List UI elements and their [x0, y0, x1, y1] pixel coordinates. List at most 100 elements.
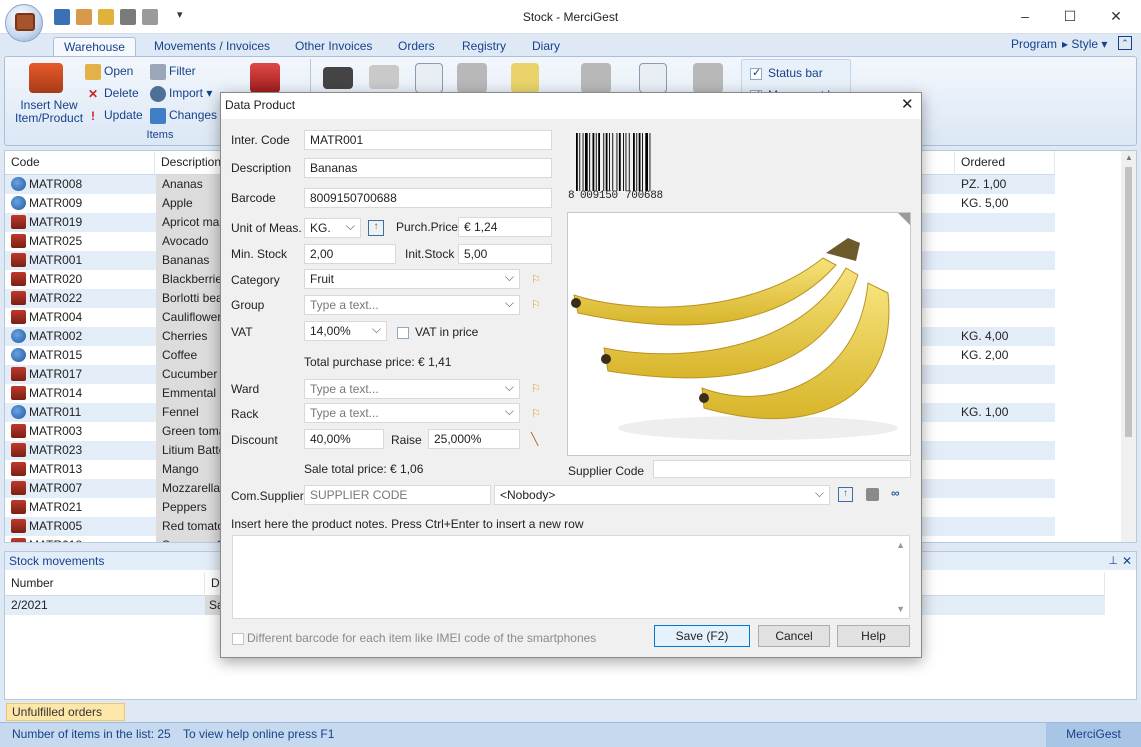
scroll-up-icon[interactable]: ▲: [1125, 153, 1133, 162]
col-number-header[interactable]: Number: [5, 572, 205, 596]
pin-icon[interactable]: ⊥: [1108, 552, 1118, 570]
supplier-code-field[interactable]: [653, 460, 911, 478]
unfulfilled-orders-tab[interactable]: Unfulfilled orders: [6, 703, 125, 721]
barcode-field[interactable]: 8009150700688: [304, 188, 552, 208]
tab-other-invoices[interactable]: Other Invoices: [285, 37, 382, 56]
tab-movements-invoices[interactable]: Movements / Invoices: [144, 37, 280, 56]
print-labels-icon[interactable]: [581, 63, 611, 93]
row-code: MATR001: [29, 253, 83, 267]
discount-field[interactable]: 40,00%: [304, 429, 384, 449]
maximize-icon[interactable]: ☐: [1058, 6, 1082, 26]
vat-in-price-checkbox[interactable]: [397, 326, 409, 339]
purch-price-field[interactable]: € 1,24: [458, 217, 552, 237]
row-code: MATR008: [29, 177, 83, 191]
disk-icon[interactable]: [866, 488, 879, 501]
tab-warehouse[interactable]: Warehouse: [53, 37, 136, 56]
status-bar-checkbox[interactable]: [750, 66, 762, 80]
imei-checkbox[interactable]: [232, 632, 244, 645]
product-box-icon: [11, 310, 26, 324]
product-box-icon: [11, 424, 26, 438]
printer-icon[interactable]: [457, 63, 487, 93]
insert-new-item-button[interactable]: Insert New Item/Product: [15, 99, 83, 125]
vat-in-price-label: VAT in price: [415, 325, 479, 339]
min-stock-label: Min. Stock: [231, 247, 288, 261]
unit-select[interactable]: KG.: [304, 218, 361, 238]
min-stock-field[interactable]: 2,00: [304, 244, 396, 264]
hand-tool-icon[interactable]: [369, 65, 399, 89]
col-code-header[interactable]: Code: [5, 151, 155, 175]
import-button[interactable]: Import ▾: [150, 86, 212, 102]
supplier-open-icon[interactable]: ↑: [838, 487, 853, 502]
row-code: MATR014: [29, 386, 83, 400]
col-ordered-header[interactable]: Ordered: [955, 151, 1055, 175]
description-field[interactable]: Bananas: [304, 158, 552, 178]
dialog-close-icon[interactable]: ✕: [901, 93, 914, 117]
row-description: Ananas: [156, 175, 222, 194]
row-description: Avocado: [156, 232, 222, 251]
unit-open-icon[interactable]: ↑: [368, 220, 384, 236]
ward-select[interactable]: Type a text...: [304, 379, 520, 399]
description-label: Description: [231, 161, 292, 175]
search-report-icon[interactable]: [511, 63, 539, 93]
changes-button[interactable]: Changes ▾: [150, 108, 226, 124]
init-stock-field[interactable]: 5,00: [458, 244, 552, 264]
binoculars-icon[interactable]: [323, 67, 353, 89]
filter-button[interactable]: Filter: [150, 64, 196, 80]
program-menu[interactable]: Program: [1011, 37, 1057, 51]
category-brush-icon[interactable]: ⚐: [531, 273, 541, 286]
supplier-code-input[interactable]: SUPPLIER CODE: [304, 485, 491, 505]
binoculars-search-icon[interactable]: ∞: [891, 486, 900, 500]
help-button[interactable]: Help: [837, 625, 910, 647]
group-select[interactable]: Type a text...: [304, 295, 520, 315]
grid-vertical-scrollbar[interactable]: ▲: [1121, 151, 1136, 542]
barcode-caption-1: 8: [568, 190, 575, 202]
collapse-ribbon-icon[interactable]: ⌃: [1118, 36, 1132, 50]
category-select[interactable]: Fruit: [304, 269, 520, 289]
update-button[interactable]: ! Update: [85, 108, 143, 124]
row-code: MATR009: [29, 196, 83, 210]
close-panel-icon[interactable]: ✕: [1122, 552, 1132, 570]
raise-field[interactable]: 25,000%: [428, 429, 520, 449]
row-ordered: KG. 1,00: [961, 405, 1009, 419]
row-description: Emmental: [156, 384, 222, 403]
imei-toggle[interactable]: Different barcode for each item like IME…: [232, 631, 596, 645]
vat-in-price-toggle[interactable]: VAT in price: [397, 325, 478, 339]
ward-brush-icon[interactable]: ⚐: [531, 382, 541, 395]
tab-orders[interactable]: Orders: [388, 37, 445, 56]
gift-icon[interactable]: [250, 63, 280, 93]
product-image[interactable]: [567, 212, 911, 456]
inter-code-field[interactable]: MATR001: [304, 130, 552, 150]
tab-diary[interactable]: Diary: [522, 37, 570, 56]
raise-pen-icon[interactable]: ╲: [531, 432, 541, 446]
globe-product-icon: [11, 196, 26, 210]
group-brush-icon[interactable]: ⚐: [531, 298, 541, 311]
style-menu[interactable]: ▸ Style ▾: [1062, 37, 1107, 51]
preview-icon[interactable]: [415, 63, 443, 93]
cancel-button[interactable]: Cancel: [758, 625, 830, 647]
scroll-thumb[interactable]: [1125, 167, 1132, 437]
globe-product-icon: [11, 348, 26, 362]
rack-select[interactable]: Type a text...: [304, 403, 520, 423]
data-product-dialog: Data Product ✕ Inter. Code MATR001 Descr…: [220, 92, 922, 658]
close-window-icon[interactable]: ✕: [1104, 6, 1128, 26]
product-box-icon: [11, 386, 26, 400]
vat-select[interactable]: 14,00%: [304, 321, 387, 341]
rack-brush-icon[interactable]: ⚐: [531, 407, 541, 420]
tab-registry[interactable]: Registry: [452, 37, 516, 56]
notes-scroll-down-icon[interactable]: ▼: [896, 604, 905, 614]
app-menu-button[interactable]: [5, 4, 43, 42]
print-list-icon[interactable]: [693, 63, 723, 93]
row-description: Mango: [156, 460, 222, 479]
product-box-icon: [11, 291, 26, 305]
notes-scroll-up-icon[interactable]: ▲: [896, 540, 905, 550]
open-button[interactable]: Open: [85, 64, 133, 80]
open-label: Open: [104, 64, 134, 79]
notes-textarea[interactable]: ▲ ▼: [232, 535, 910, 619]
status-bar-toggle[interactable]: Status bar: [750, 66, 823, 80]
supplier-select[interactable]: <Nobody>: [494, 485, 830, 505]
minimize-icon[interactable]: –: [1013, 6, 1037, 26]
chart-report-icon[interactable]: [639, 63, 667, 93]
dialog-title: Data Product: [225, 98, 296, 112]
save-button[interactable]: Save (F2): [654, 625, 750, 647]
delete-button[interactable]: ✕ Delete: [85, 86, 139, 102]
